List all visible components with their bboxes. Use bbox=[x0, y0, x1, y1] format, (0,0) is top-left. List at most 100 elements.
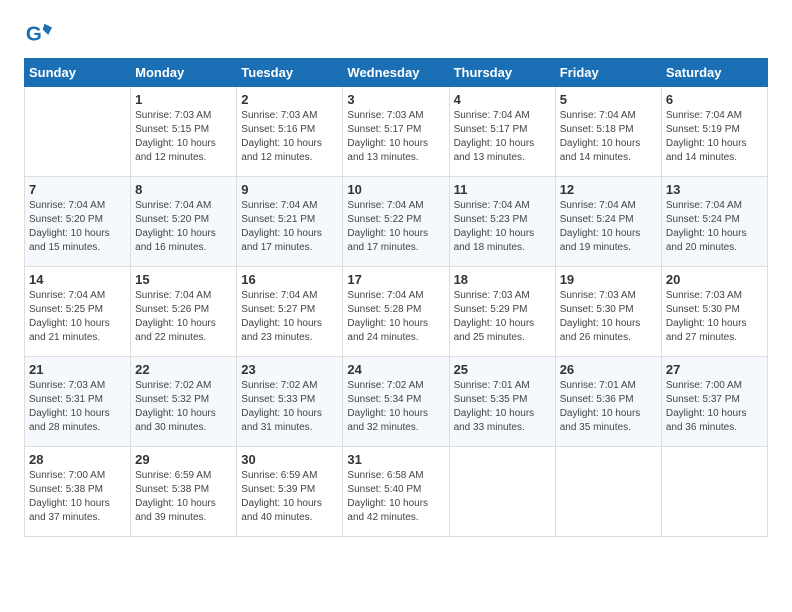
calendar-cell: 9 Sunrise: 7:04 AM Sunset: 5:21 PM Daylig… bbox=[237, 177, 343, 267]
day-info: Sunrise: 7:01 AM Sunset: 5:36 PM Dayligh… bbox=[560, 379, 657, 435]
day-info: Sunrise: 7:00 AM Sunset: 5:38 PM Dayligh… bbox=[29, 469, 126, 525]
day-number: 18 bbox=[454, 272, 551, 287]
day-info: Sunrise: 7:03 AM Sunset: 5:17 PM Dayligh… bbox=[347, 109, 444, 165]
calendar-cell: 30Sunrise: 6:59 AM Sunset: 5:39 PM Dayli… bbox=[237, 447, 343, 537]
day-number: 2 bbox=[241, 92, 338, 107]
weekday-header-sunday: Sunday bbox=[25, 59, 131, 87]
day-number: 13 bbox=[666, 182, 763, 197]
day-number: 14 bbox=[29, 272, 126, 287]
calendar-cell: 11Sunrise: 7:04 AM Sunset: 5:23 PM Dayli… bbox=[449, 177, 555, 267]
week-row-2: 7Sunrise: 7:04 AM Sunset: 5:20 PM Daylig… bbox=[25, 177, 768, 267]
day-info: Sunrise: 7:04 AM Sunset: 5:21 PM Dayligh… bbox=[241, 199, 338, 255]
day-info: Sunrise: 7:02 AM Sunset: 5:34 PM Dayligh… bbox=[347, 379, 444, 435]
day-number: 27 bbox=[666, 362, 763, 377]
calendar-cell: 17Sunrise: 7:04 AM Sunset: 5:28 PM Dayli… bbox=[343, 267, 449, 357]
calendar-cell: 25 Sunrise: 7:01 AM Sunset: 5:35 PM Dayli… bbox=[449, 357, 555, 447]
calendar-cell: 3 Sunrise: 7:03 AM Sunset: 5:17 PM Daylig… bbox=[343, 87, 449, 177]
calendar-cell: 23Sunrise: 7:02 AM Sunset: 5:33 PM Dayli… bbox=[237, 357, 343, 447]
calendar-cell: 27 Sunrise: 7:00 AM Sunset: 5:37 PM Dayli… bbox=[661, 357, 767, 447]
logo: G bbox=[24, 20, 56, 48]
calendar-cell: 16Sunrise: 7:04 AM Sunset: 5:27 PM Dayli… bbox=[237, 267, 343, 357]
day-info: Sunrise: 7:01 AM Sunset: 5:35 PM Dayligh… bbox=[454, 379, 551, 435]
day-info: Sunrise: 6:59 AM Sunset: 5:38 PM Dayligh… bbox=[135, 469, 232, 525]
day-number: 1 bbox=[135, 92, 232, 107]
week-row-4: 21Sunrise: 7:03 AM Sunset: 5:31 PM Dayli… bbox=[25, 357, 768, 447]
weekday-header-thursday: Thursday bbox=[449, 59, 555, 87]
weekday-header-saturday: Saturday bbox=[661, 59, 767, 87]
day-info: Sunrise: 6:58 AM Sunset: 5:40 PM Dayligh… bbox=[347, 469, 444, 525]
week-row-1: 1 Sunrise: 7:03 AM Sunset: 5:15 PM Daylig… bbox=[25, 87, 768, 177]
day-info: Sunrise: 7:04 AM Sunset: 5:17 PM Dayligh… bbox=[454, 109, 551, 165]
calendar-cell: 10Sunrise: 7:04 AM Sunset: 5:22 PM Dayli… bbox=[343, 177, 449, 267]
day-number: 8 bbox=[135, 182, 232, 197]
day-number: 19 bbox=[560, 272, 657, 287]
day-number: 16 bbox=[241, 272, 338, 287]
calendar-cell: 24 Sunrise: 7:02 AM Sunset: 5:34 PM Dayli… bbox=[343, 357, 449, 447]
calendar-cell: 8Sunrise: 7:04 AM Sunset: 5:20 PM Daylig… bbox=[131, 177, 237, 267]
calendar-cell bbox=[555, 447, 661, 537]
week-row-5: 28 Sunrise: 7:00 AM Sunset: 5:38 PM Dayli… bbox=[25, 447, 768, 537]
day-number: 6 bbox=[666, 92, 763, 107]
day-info: Sunrise: 7:03 AM Sunset: 5:16 PM Dayligh… bbox=[241, 109, 338, 165]
day-info: Sunrise: 7:04 AM Sunset: 5:24 PM Dayligh… bbox=[666, 199, 763, 255]
calendar-cell: 31 Sunrise: 6:58 AM Sunset: 5:40 PM Dayli… bbox=[343, 447, 449, 537]
page-header: G bbox=[24, 20, 768, 48]
week-row-3: 14 Sunrise: 7:04 AM Sunset: 5:25 PM Dayli… bbox=[25, 267, 768, 357]
weekday-header-tuesday: Tuesday bbox=[237, 59, 343, 87]
day-number: 10 bbox=[347, 182, 444, 197]
weekday-header-wednesday: Wednesday bbox=[343, 59, 449, 87]
day-info: Sunrise: 7:00 AM Sunset: 5:37 PM Dayligh… bbox=[666, 379, 763, 435]
day-info: Sunrise: 7:04 AM Sunset: 5:24 PM Dayligh… bbox=[560, 199, 657, 255]
day-info: Sunrise: 7:04 AM Sunset: 5:26 PM Dayligh… bbox=[135, 289, 232, 345]
calendar-cell: 18 Sunrise: 7:03 AM Sunset: 5:29 PM Dayli… bbox=[449, 267, 555, 357]
day-number: 29 bbox=[135, 452, 232, 467]
weekday-header-monday: Monday bbox=[131, 59, 237, 87]
calendar-cell: 20 Sunrise: 7:03 AM Sunset: 5:30 PM Dayli… bbox=[661, 267, 767, 357]
calendar-cell bbox=[25, 87, 131, 177]
day-number: 4 bbox=[454, 92, 551, 107]
day-info: Sunrise: 7:04 AM Sunset: 5:23 PM Dayligh… bbox=[454, 199, 551, 255]
day-number: 9 bbox=[241, 182, 338, 197]
day-number: 25 bbox=[454, 362, 551, 377]
calendar-cell: 6 Sunrise: 7:04 AM Sunset: 5:19 PM Daylig… bbox=[661, 87, 767, 177]
calendar-cell bbox=[661, 447, 767, 537]
day-info: Sunrise: 6:59 AM Sunset: 5:39 PM Dayligh… bbox=[241, 469, 338, 525]
calendar-cell bbox=[449, 447, 555, 537]
svg-text:G: G bbox=[26, 23, 42, 46]
day-info: Sunrise: 7:03 AM Sunset: 5:30 PM Dayligh… bbox=[666, 289, 763, 345]
day-number: 24 bbox=[347, 362, 444, 377]
calendar-table: SundayMondayTuesdayWednesdayThursdayFrid… bbox=[24, 58, 768, 537]
day-info: Sunrise: 7:02 AM Sunset: 5:33 PM Dayligh… bbox=[241, 379, 338, 435]
day-info: Sunrise: 7:03 AM Sunset: 5:30 PM Dayligh… bbox=[560, 289, 657, 345]
day-number: 31 bbox=[347, 452, 444, 467]
calendar-cell: 12 Sunrise: 7:04 AM Sunset: 5:24 PM Dayli… bbox=[555, 177, 661, 267]
calendar-cell: 26 Sunrise: 7:01 AM Sunset: 5:36 PM Dayli… bbox=[555, 357, 661, 447]
calendar-cell: 14 Sunrise: 7:04 AM Sunset: 5:25 PM Dayli… bbox=[25, 267, 131, 357]
day-info: Sunrise: 7:04 AM Sunset: 5:18 PM Dayligh… bbox=[560, 109, 657, 165]
day-info: Sunrise: 7:03 AM Sunset: 5:15 PM Dayligh… bbox=[135, 109, 232, 165]
calendar-cell: 21Sunrise: 7:03 AM Sunset: 5:31 PM Dayli… bbox=[25, 357, 131, 447]
logo-icon: G bbox=[24, 20, 52, 48]
day-number: 28 bbox=[29, 452, 126, 467]
calendar-cell: 19 Sunrise: 7:03 AM Sunset: 5:30 PM Dayli… bbox=[555, 267, 661, 357]
calendar-cell: 29 Sunrise: 6:59 AM Sunset: 5:38 PM Dayli… bbox=[131, 447, 237, 537]
calendar-cell: 2 Sunrise: 7:03 AM Sunset: 5:16 PM Daylig… bbox=[237, 87, 343, 177]
day-number: 26 bbox=[560, 362, 657, 377]
calendar-cell: 15Sunrise: 7:04 AM Sunset: 5:26 PM Dayli… bbox=[131, 267, 237, 357]
day-number: 5 bbox=[560, 92, 657, 107]
day-number: 3 bbox=[347, 92, 444, 107]
day-number: 7 bbox=[29, 182, 126, 197]
day-info: Sunrise: 7:03 AM Sunset: 5:29 PM Dayligh… bbox=[454, 289, 551, 345]
day-info: Sunrise: 7:02 AM Sunset: 5:32 PM Dayligh… bbox=[135, 379, 232, 435]
day-number: 21 bbox=[29, 362, 126, 377]
day-info: Sunrise: 7:04 AM Sunset: 5:25 PM Dayligh… bbox=[29, 289, 126, 345]
day-number: 20 bbox=[666, 272, 763, 287]
calendar-cell: 22Sunrise: 7:02 AM Sunset: 5:32 PM Dayli… bbox=[131, 357, 237, 447]
calendar-cell: 13 Sunrise: 7:04 AM Sunset: 5:24 PM Dayli… bbox=[661, 177, 767, 267]
day-number: 12 bbox=[560, 182, 657, 197]
weekday-header-friday: Friday bbox=[555, 59, 661, 87]
day-info: Sunrise: 7:04 AM Sunset: 5:19 PM Dayligh… bbox=[666, 109, 763, 165]
calendar-cell: 4 Sunrise: 7:04 AM Sunset: 5:17 PM Daylig… bbox=[449, 87, 555, 177]
calendar-cell: 1 Sunrise: 7:03 AM Sunset: 5:15 PM Daylig… bbox=[131, 87, 237, 177]
calendar-cell: 28 Sunrise: 7:00 AM Sunset: 5:38 PM Dayli… bbox=[25, 447, 131, 537]
